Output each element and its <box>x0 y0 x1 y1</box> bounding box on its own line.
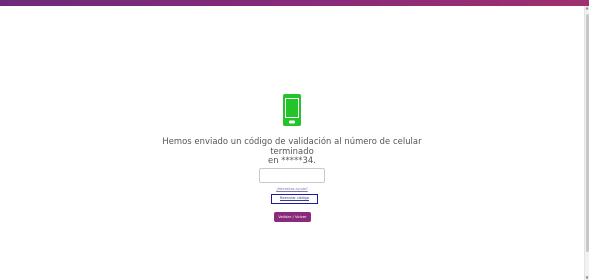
scroll-down-arrow-icon[interactable]: ▼ <box>585 276 589 280</box>
validate-button[interactable]: Validar / Volver <box>274 212 311 222</box>
message-line-2: en *****34. <box>268 155 316 165</box>
page-scrollbar[interactable]: ▲ ▼ <box>584 6 589 280</box>
help-link[interactable]: ¿Necesitas ayuda? <box>262 187 322 191</box>
scroll-up-arrow-icon[interactable]: ▲ <box>585 6 589 10</box>
smartphone-icon <box>283 94 301 126</box>
resend-code-link[interactable]: Reenviar código <box>271 194 318 204</box>
message-line-1: Hemos enviado un código de validación al… <box>162 136 422 156</box>
verification-page: Hemos enviado un código de validación al… <box>0 0 584 280</box>
verification-code-input[interactable] <box>259 168 325 183</box>
verification-message: Hemos enviado un código de validación al… <box>142 136 442 166</box>
